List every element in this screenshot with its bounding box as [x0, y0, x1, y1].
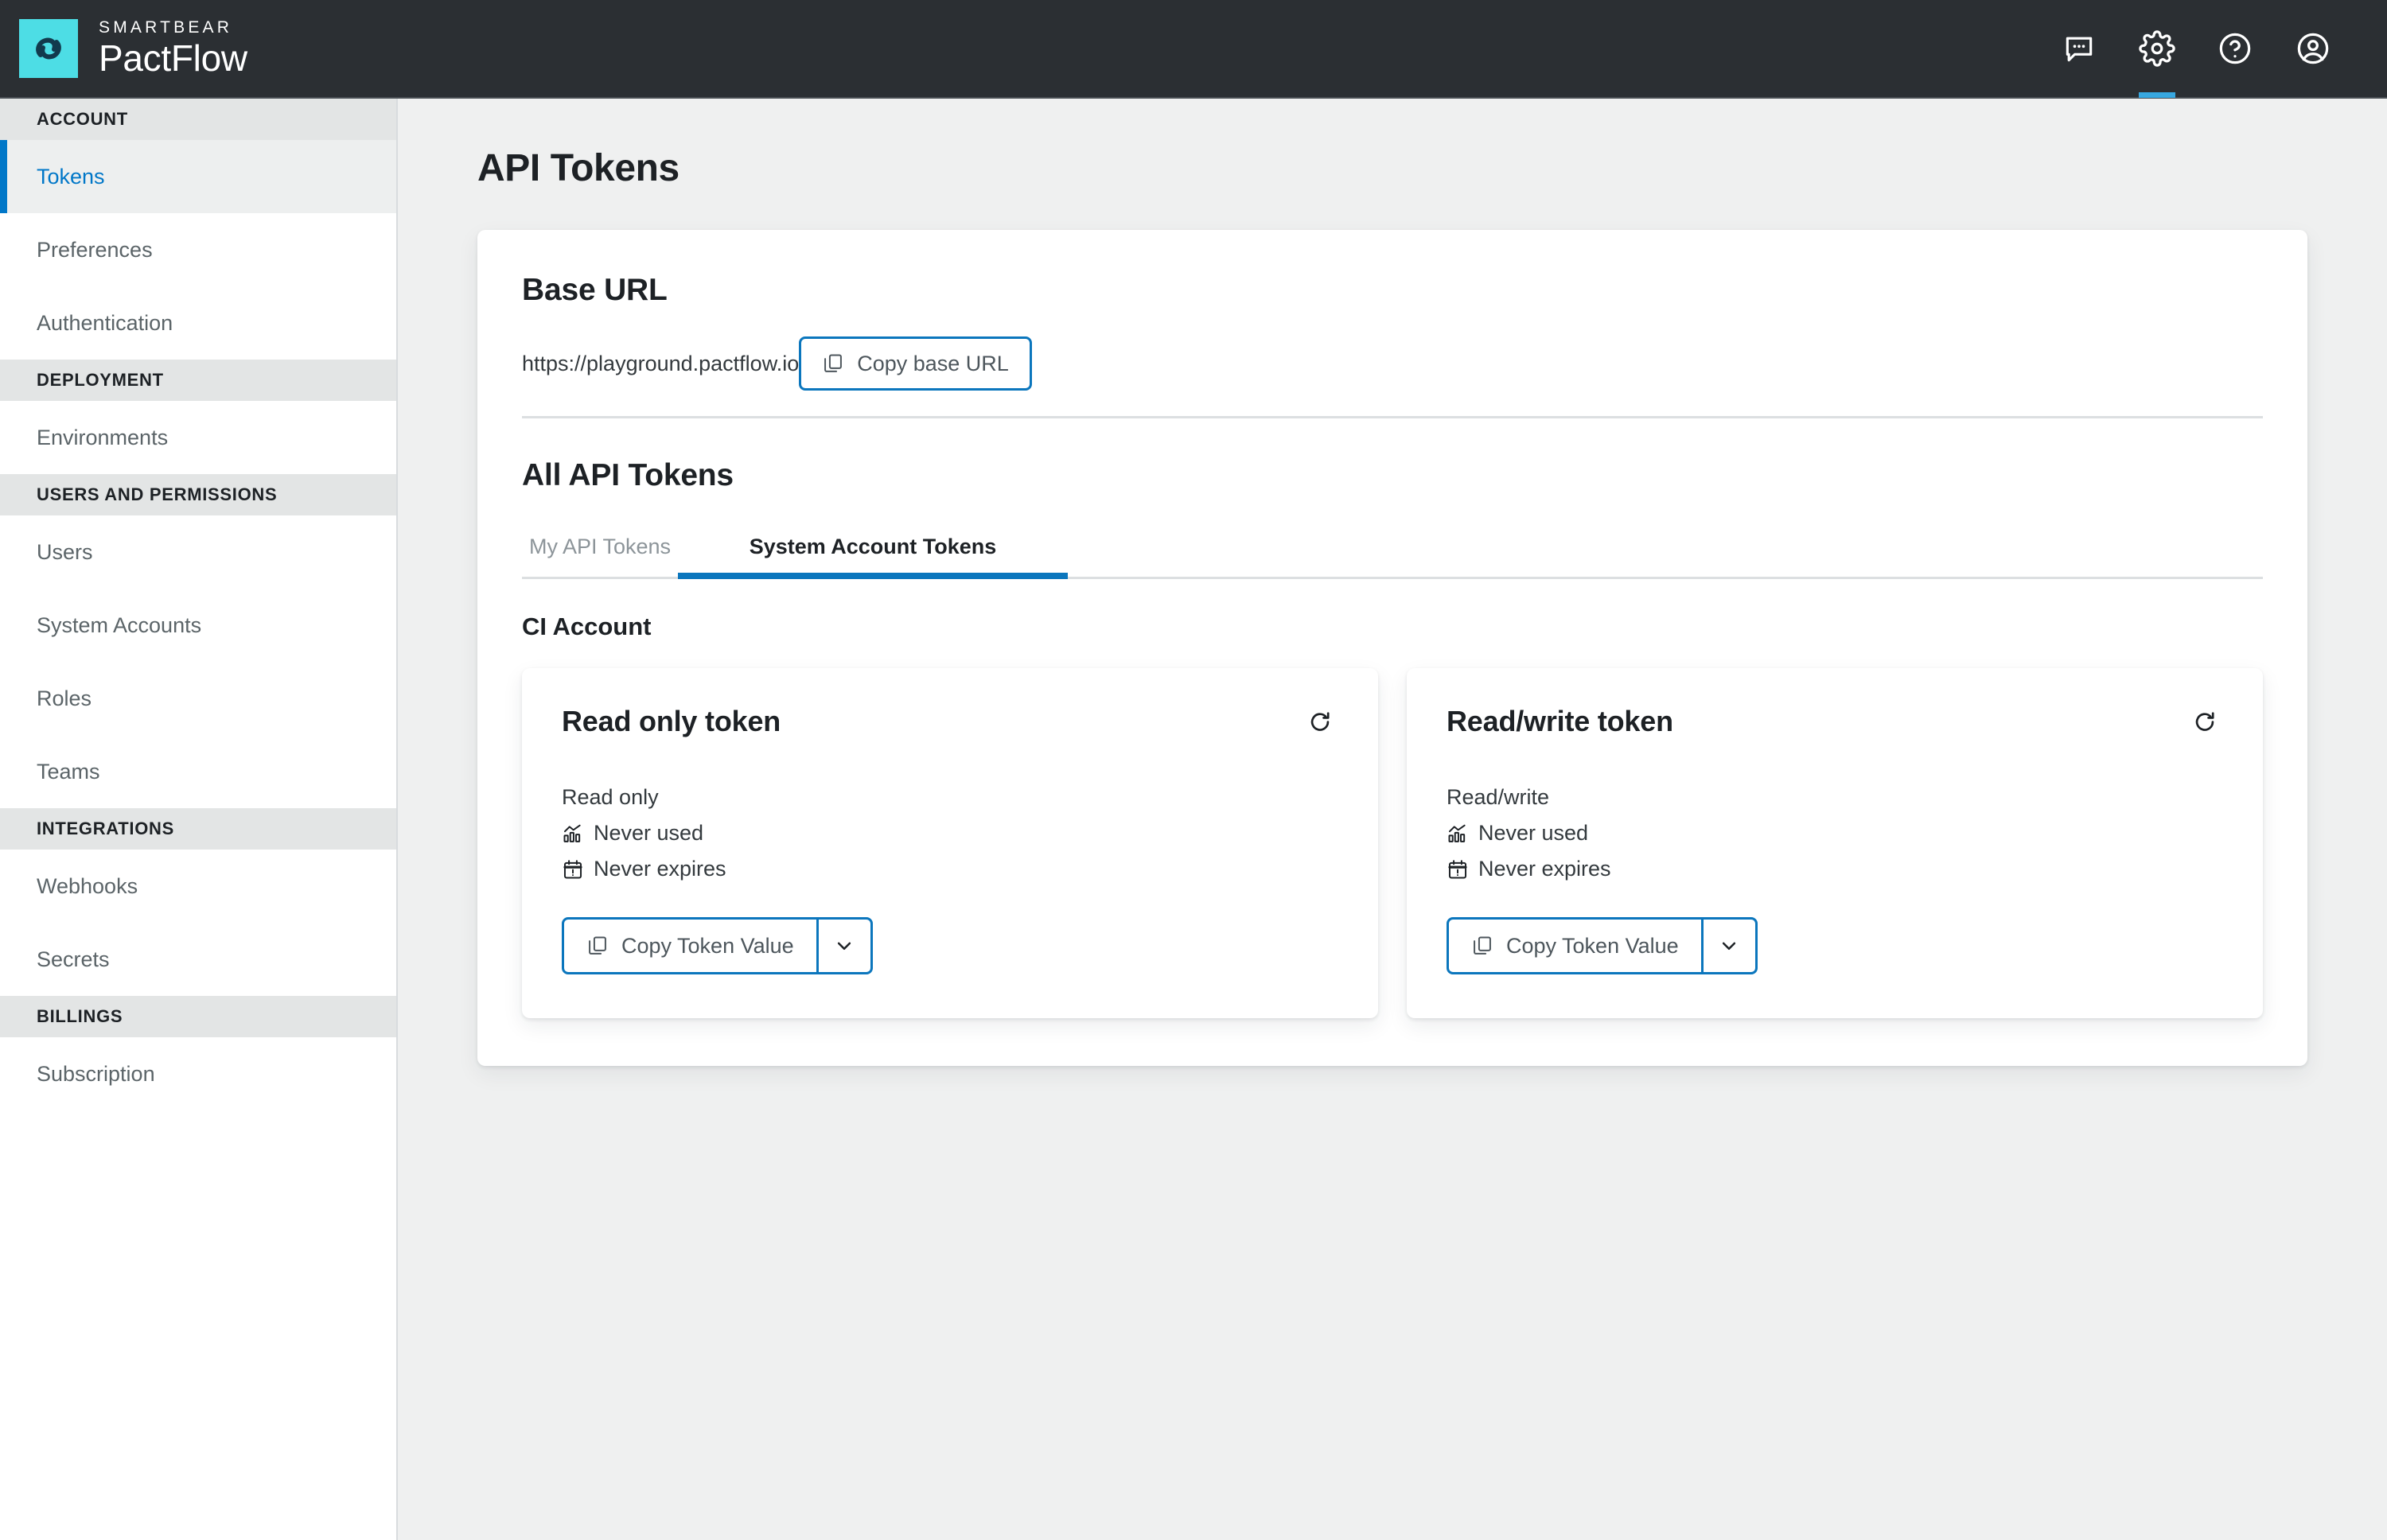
- tab-system-account-tokens[interactable]: System Account Tokens: [678, 523, 1068, 577]
- chevron-down-icon[interactable]: [816, 920, 870, 972]
- tab-my-api-tokens[interactable]: My API Tokens: [522, 523, 678, 577]
- sidebar-item-environments[interactable]: Environments: [0, 401, 396, 474]
- sidebar-item-secrets[interactable]: Secrets: [0, 923, 396, 996]
- sidebar-group-deployment: DEPLOYMENT: [0, 360, 396, 401]
- sidebar-item-label: Secrets: [37, 947, 110, 972]
- token-expiry: Never expires: [1447, 851, 2223, 887]
- token-usage: Never used: [562, 815, 1338, 851]
- copy-token-value-label: Copy Token Value: [621, 935, 794, 957]
- main-content: API Tokens Base URL https://playground.p…: [398, 99, 2387, 1540]
- base-url-value: https://playground.pactflow.io: [522, 352, 799, 376]
- copy-icon: [822, 352, 844, 375]
- tab-label: System Account Tokens: [750, 535, 997, 558]
- sidebar-item-label: Roles: [37, 686, 92, 711]
- sidebar-item-roles[interactable]: Roles: [0, 662, 396, 735]
- sidebar-item-label: Users: [37, 540, 93, 565]
- all-api-tokens-section: All API Tokens My API Tokens System Acco…: [477, 458, 2307, 1018]
- copy-token-value-label: Copy Token Value: [1506, 935, 1679, 957]
- refresh-icon[interactable]: [2186, 705, 2223, 741]
- sidebar-item-webhooks[interactable]: Webhooks: [0, 850, 396, 923]
- pactflow-logo-icon: [19, 19, 78, 78]
- token-expiry-label: Never expires: [1478, 857, 1611, 881]
- token-card: Read only token Read only: [522, 668, 1378, 1018]
- sidebar-item-teams[interactable]: Teams: [0, 735, 396, 808]
- token-permission: Read only: [562, 780, 1338, 815]
- chart-icon: [562, 822, 584, 845]
- copy-base-url-button[interactable]: Copy base URL: [799, 336, 1032, 391]
- copy-base-url-label: Copy base URL: [857, 353, 1009, 375]
- sidebar-item-label: Environments: [37, 426, 168, 450]
- token-expiry: Never expires: [562, 851, 1338, 887]
- top-nav-icons: [2040, 0, 2352, 98]
- refresh-icon[interactable]: [1302, 705, 1338, 741]
- account-icon[interactable]: [2274, 0, 2352, 98]
- sidebar-item-label: Webhooks: [37, 874, 138, 899]
- token-meta: Read/write: [1447, 780, 2223, 887]
- token-permission-label: Read only: [562, 785, 659, 810]
- calendar-alert-icon: [1447, 858, 1469, 881]
- chat-icon[interactable]: [2040, 0, 2118, 98]
- app-body: ACCOUNT Tokens Preferences Authenticatio…: [0, 99, 2387, 1540]
- token-card: Read/write token Read/write: [1407, 668, 2263, 1018]
- sidebar-item-system-accounts[interactable]: System Accounts: [0, 589, 396, 662]
- sidebar-item-label: Preferences: [37, 238, 153, 262]
- help-icon[interactable]: [2196, 0, 2274, 98]
- copy-token-value-button[interactable]: Copy Token Value: [564, 920, 816, 972]
- token-title: Read only token: [562, 705, 781, 738]
- token-card-grid: Read only token Read only: [522, 668, 2263, 1018]
- token-permission-label: Read/write: [1447, 785, 1549, 810]
- sidebar-item-label: Teams: [37, 760, 100, 784]
- sidebar-group-integrations: INTEGRATIONS: [0, 808, 396, 850]
- base-url-row: https://playground.pactflow.io Copy base…: [522, 336, 2263, 391]
- gear-icon[interactable]: [2118, 0, 2196, 98]
- calendar-alert-icon: [562, 858, 584, 881]
- all-tokens-heading: All API Tokens: [522, 458, 2263, 493]
- sidebar-item-preferences[interactable]: Preferences: [0, 213, 396, 286]
- sidebar-item-label: Tokens: [37, 165, 105, 189]
- token-expiry-label: Never expires: [594, 857, 726, 881]
- sidebar-item-label: Authentication: [37, 311, 173, 336]
- token-meta: Read only: [562, 780, 1338, 887]
- base-url-heading: Base URL: [522, 273, 2263, 308]
- tab-label: My API Tokens: [529, 535, 671, 558]
- token-usage: Never used: [1447, 815, 2223, 851]
- settings-sidebar: ACCOUNT Tokens Preferences Authenticatio…: [0, 99, 398, 1540]
- chart-icon: [1447, 822, 1469, 845]
- sidebar-item-subscription[interactable]: Subscription: [0, 1037, 396, 1110]
- page-title: API Tokens: [477, 146, 2387, 190]
- copy-icon: [586, 935, 609, 957]
- sidebar-item-label: System Accounts: [37, 613, 201, 638]
- token-card-header: Read only token: [562, 705, 1338, 741]
- brand-logo[interactable]: SMARTBEAR PactFlow: [19, 18, 247, 79]
- copy-token-value-group: Copy Token Value: [1447, 917, 1758, 974]
- sidebar-group-billings: BILLINGS: [0, 996, 396, 1037]
- chevron-down-icon[interactable]: [1701, 920, 1755, 972]
- sidebar-item-authentication[interactable]: Authentication: [0, 286, 396, 360]
- api-tokens-panel: Base URL https://playground.pactflow.io …: [477, 230, 2307, 1066]
- copy-token-value-group: Copy Token Value: [562, 917, 873, 974]
- copy-token-value-button[interactable]: Copy Token Value: [1449, 920, 1701, 972]
- top-header-bar: SMARTBEAR PactFlow: [0, 0, 2387, 99]
- token-permission: Read/write: [1447, 780, 2223, 815]
- sidebar-item-tokens[interactable]: Tokens: [0, 140, 396, 213]
- copy-icon: [1471, 935, 1493, 957]
- sidebar-item-users[interactable]: Users: [0, 515, 396, 589]
- brand-title: PactFlow: [99, 38, 247, 79]
- token-usage-label: Never used: [1478, 821, 1588, 846]
- token-tabs: My API Tokens System Account Tokens: [522, 523, 2263, 579]
- token-title: Read/write token: [1447, 705, 1673, 738]
- account-name-heading: CI Account: [522, 612, 2263, 641]
- brand-subtitle: SMARTBEAR: [99, 18, 247, 37]
- section-divider: [522, 416, 2263, 418]
- sidebar-group-users-and-permissions: USERS AND PERMISSIONS: [0, 474, 396, 515]
- base-url-section: Base URL https://playground.pactflow.io …: [477, 273, 2307, 391]
- sidebar-item-label: Subscription: [37, 1062, 155, 1087]
- token-card-header: Read/write token: [1447, 705, 2223, 741]
- token-usage-label: Never used: [594, 821, 703, 846]
- sidebar-group-account: ACCOUNT: [0, 99, 396, 140]
